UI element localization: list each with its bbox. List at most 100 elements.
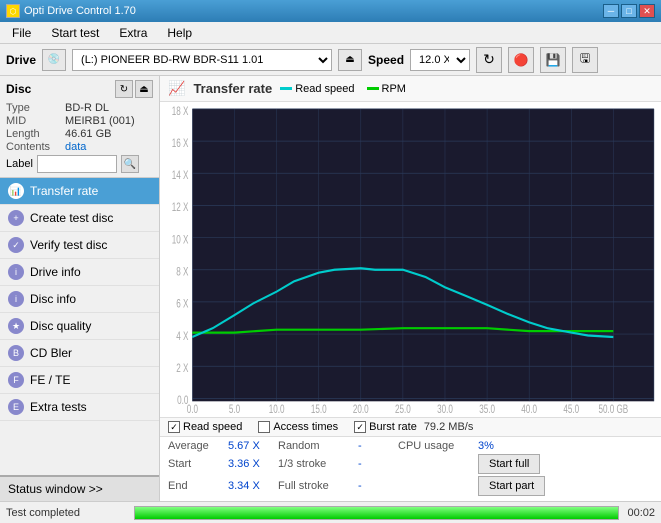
nav-item-disc-info[interactable]: i Disc info	[0, 286, 159, 313]
drive-info-icon: i	[8, 264, 24, 280]
drive-bar: Drive 💿 (L:) PIONEER BD-RW BDR-S11 1.01 …	[0, 44, 661, 76]
type-value: BD-R DL	[65, 102, 109, 114]
nav-item-extra-tests[interactable]: E Extra tests	[0, 394, 159, 421]
svg-text:20.0: 20.0	[353, 404, 369, 413]
legend-rpm-label: RPM	[382, 83, 406, 95]
read-speed-checkbox[interactable]: ✓	[168, 421, 180, 433]
burst-rate-legend-label: Burst rate	[369, 421, 417, 433]
disc-refresh-btn[interactable]: ↻	[115, 80, 133, 98]
drive-icon-btn[interactable]: 💿	[42, 49, 66, 71]
disc-info-icon: i	[8, 291, 24, 307]
svg-text:4 X: 4 X	[176, 331, 188, 344]
close-button[interactable]: ✕	[639, 4, 655, 18]
nav-label-disc-info: Disc info	[30, 292, 76, 306]
read-speed-checkbox-item[interactable]: ✓ Read speed	[168, 421, 242, 433]
end-label: End	[168, 480, 228, 492]
random-value: -	[358, 440, 398, 452]
svg-text:14 X: 14 X	[172, 170, 189, 183]
legend-rpm: RPM	[367, 83, 406, 95]
nav-item-fe-te[interactable]: F FE / TE	[0, 367, 159, 394]
mid-label: MID	[6, 115, 61, 127]
menu-help[interactable]: Help	[159, 24, 200, 42]
cpu-usage-value: 3%	[478, 440, 653, 452]
contents-label: Contents	[6, 141, 61, 153]
nav-label-extra-tests: Extra tests	[30, 400, 87, 414]
svg-text:12 X: 12 X	[172, 202, 189, 215]
chart-svg: 18 X 16 X 14 X 12 X 10 X 8 X 6 X 4 X 2 X…	[162, 106, 659, 413]
length-value: 46.61 GB	[65, 128, 111, 140]
nav-label-fe-te: FE / TE	[30, 373, 70, 387]
menu-extra[interactable]: Extra	[111, 24, 155, 42]
chart-header: 📈 Transfer rate Read speed RPM	[160, 76, 661, 102]
svg-text:30.0: 30.0	[437, 404, 453, 413]
verify-test-disc-icon: ✓	[8, 237, 24, 253]
chart-area: 📈 Transfer rate Read speed RPM	[160, 76, 661, 501]
disc-quality-icon: ★	[8, 318, 24, 334]
svg-text:35.0: 35.0	[479, 404, 495, 413]
menu-bar: File Start test Extra Help	[0, 22, 661, 44]
refresh-icon-btn[interactable]: ↻	[476, 47, 502, 73]
chart-icon: 📈	[168, 80, 185, 97]
full-stroke-value: -	[358, 480, 398, 492]
nav-label-verify-test-disc: Verify test disc	[30, 238, 107, 252]
app-title: Opti Drive Control 1.70	[24, 5, 136, 17]
speed-label: Speed	[368, 53, 404, 67]
one-third-value: -	[358, 458, 398, 470]
label-input[interactable]	[37, 155, 117, 173]
label-search-btn[interactable]: 🔍	[121, 155, 139, 173]
speed-select[interactable]: 12.0 X ↓	[410, 49, 470, 71]
nav-item-verify-test-disc[interactable]: ✓ Verify test disc	[0, 232, 159, 259]
progress-bar-fill	[135, 507, 618, 519]
start-full-button[interactable]: Start full	[478, 454, 540, 474]
start-value: 3.36 X	[228, 458, 278, 470]
sidebar: Disc ↻ ⏏ Type BD-R DL MID MEIRB1 (001) L…	[0, 76, 160, 501]
nav-section: 📊 Transfer rate + Create test disc ✓ Ver…	[0, 178, 159, 475]
nav-item-transfer-rate[interactable]: 📊 Transfer rate	[0, 178, 159, 205]
nav-label-transfer-rate: Transfer rate	[30, 184, 98, 198]
eject-button[interactable]: ⏏	[338, 49, 362, 71]
stats-area: Average 5.67 X Random - CPU usage 3% Sta…	[160, 437, 661, 501]
nav-item-disc-quality[interactable]: ★ Disc quality	[0, 313, 159, 340]
length-label: Length	[6, 128, 61, 140]
disc-section-label: Disc	[6, 82, 31, 96]
burst-rate-checkbox[interactable]: ✓	[354, 421, 366, 433]
extra-tests-icon: E	[8, 399, 24, 415]
access-times-checkbox[interactable]	[258, 421, 270, 433]
stats-row-average: Average 5.67 X Random - CPU usage 3%	[168, 440, 653, 452]
save-icon-btn[interactable]: 🖫	[572, 47, 598, 73]
one-third-label: 1/3 stroke	[278, 458, 358, 470]
access-times-checkbox-item[interactable]: Access times	[258, 421, 338, 433]
disc-section: Disc ↻ ⏏ Type BD-R DL MID MEIRB1 (001) L…	[0, 76, 159, 178]
menu-file[interactable]: File	[4, 24, 39, 42]
start-part-button[interactable]: Start part	[478, 476, 545, 496]
svg-text:18 X: 18 X	[172, 106, 189, 118]
full-stroke-label: Full stroke	[278, 480, 358, 492]
cpu-usage-label: CPU usage	[398, 440, 478, 452]
maximize-button[interactable]: □	[621, 4, 637, 18]
svg-text:5.0: 5.0	[229, 404, 241, 413]
chart-container: 18 X 16 X 14 X 12 X 10 X 8 X 6 X 4 X 2 X…	[160, 102, 661, 417]
contents-value: data	[65, 141, 86, 153]
nav-item-create-test-disc[interactable]: + Create test disc	[0, 205, 159, 232]
app-icon: ⬡	[6, 4, 20, 18]
nav-item-drive-info[interactable]: i Drive info	[0, 259, 159, 286]
status-time: 00:02	[627, 507, 655, 519]
menu-start-test[interactable]: Start test	[43, 24, 107, 42]
drive-label: Drive	[6, 53, 36, 67]
status-bar: Test completed 00:02	[0, 501, 661, 523]
status-window-button[interactable]: Status window >>	[0, 475, 159, 501]
fe-te-icon: F	[8, 372, 24, 388]
disc-eject-btn[interactable]: ⏏	[135, 80, 153, 98]
svg-text:40.0: 40.0	[521, 404, 537, 413]
burst-rate-checkbox-item[interactable]: ✓ Burst rate 79.2 MB/s	[354, 421, 473, 433]
random-label: Random	[278, 440, 358, 452]
disc-icon-btn[interactable]: 💾	[540, 47, 566, 73]
svg-text:8 X: 8 X	[176, 266, 188, 279]
nav-label-cd-bler: CD Bler	[30, 346, 72, 360]
drive-select[interactable]: (L:) PIONEER BD-RW BDR-S11 1.01	[72, 49, 332, 71]
nav-item-cd-bler[interactable]: B CD Bler	[0, 340, 159, 367]
legend-read-speed-label: Read speed	[295, 83, 354, 95]
minimize-button[interactable]: ─	[603, 4, 619, 18]
svg-text:50.0 GB: 50.0 GB	[598, 404, 628, 413]
settings-icon-btn[interactable]: 🔴	[508, 47, 534, 73]
